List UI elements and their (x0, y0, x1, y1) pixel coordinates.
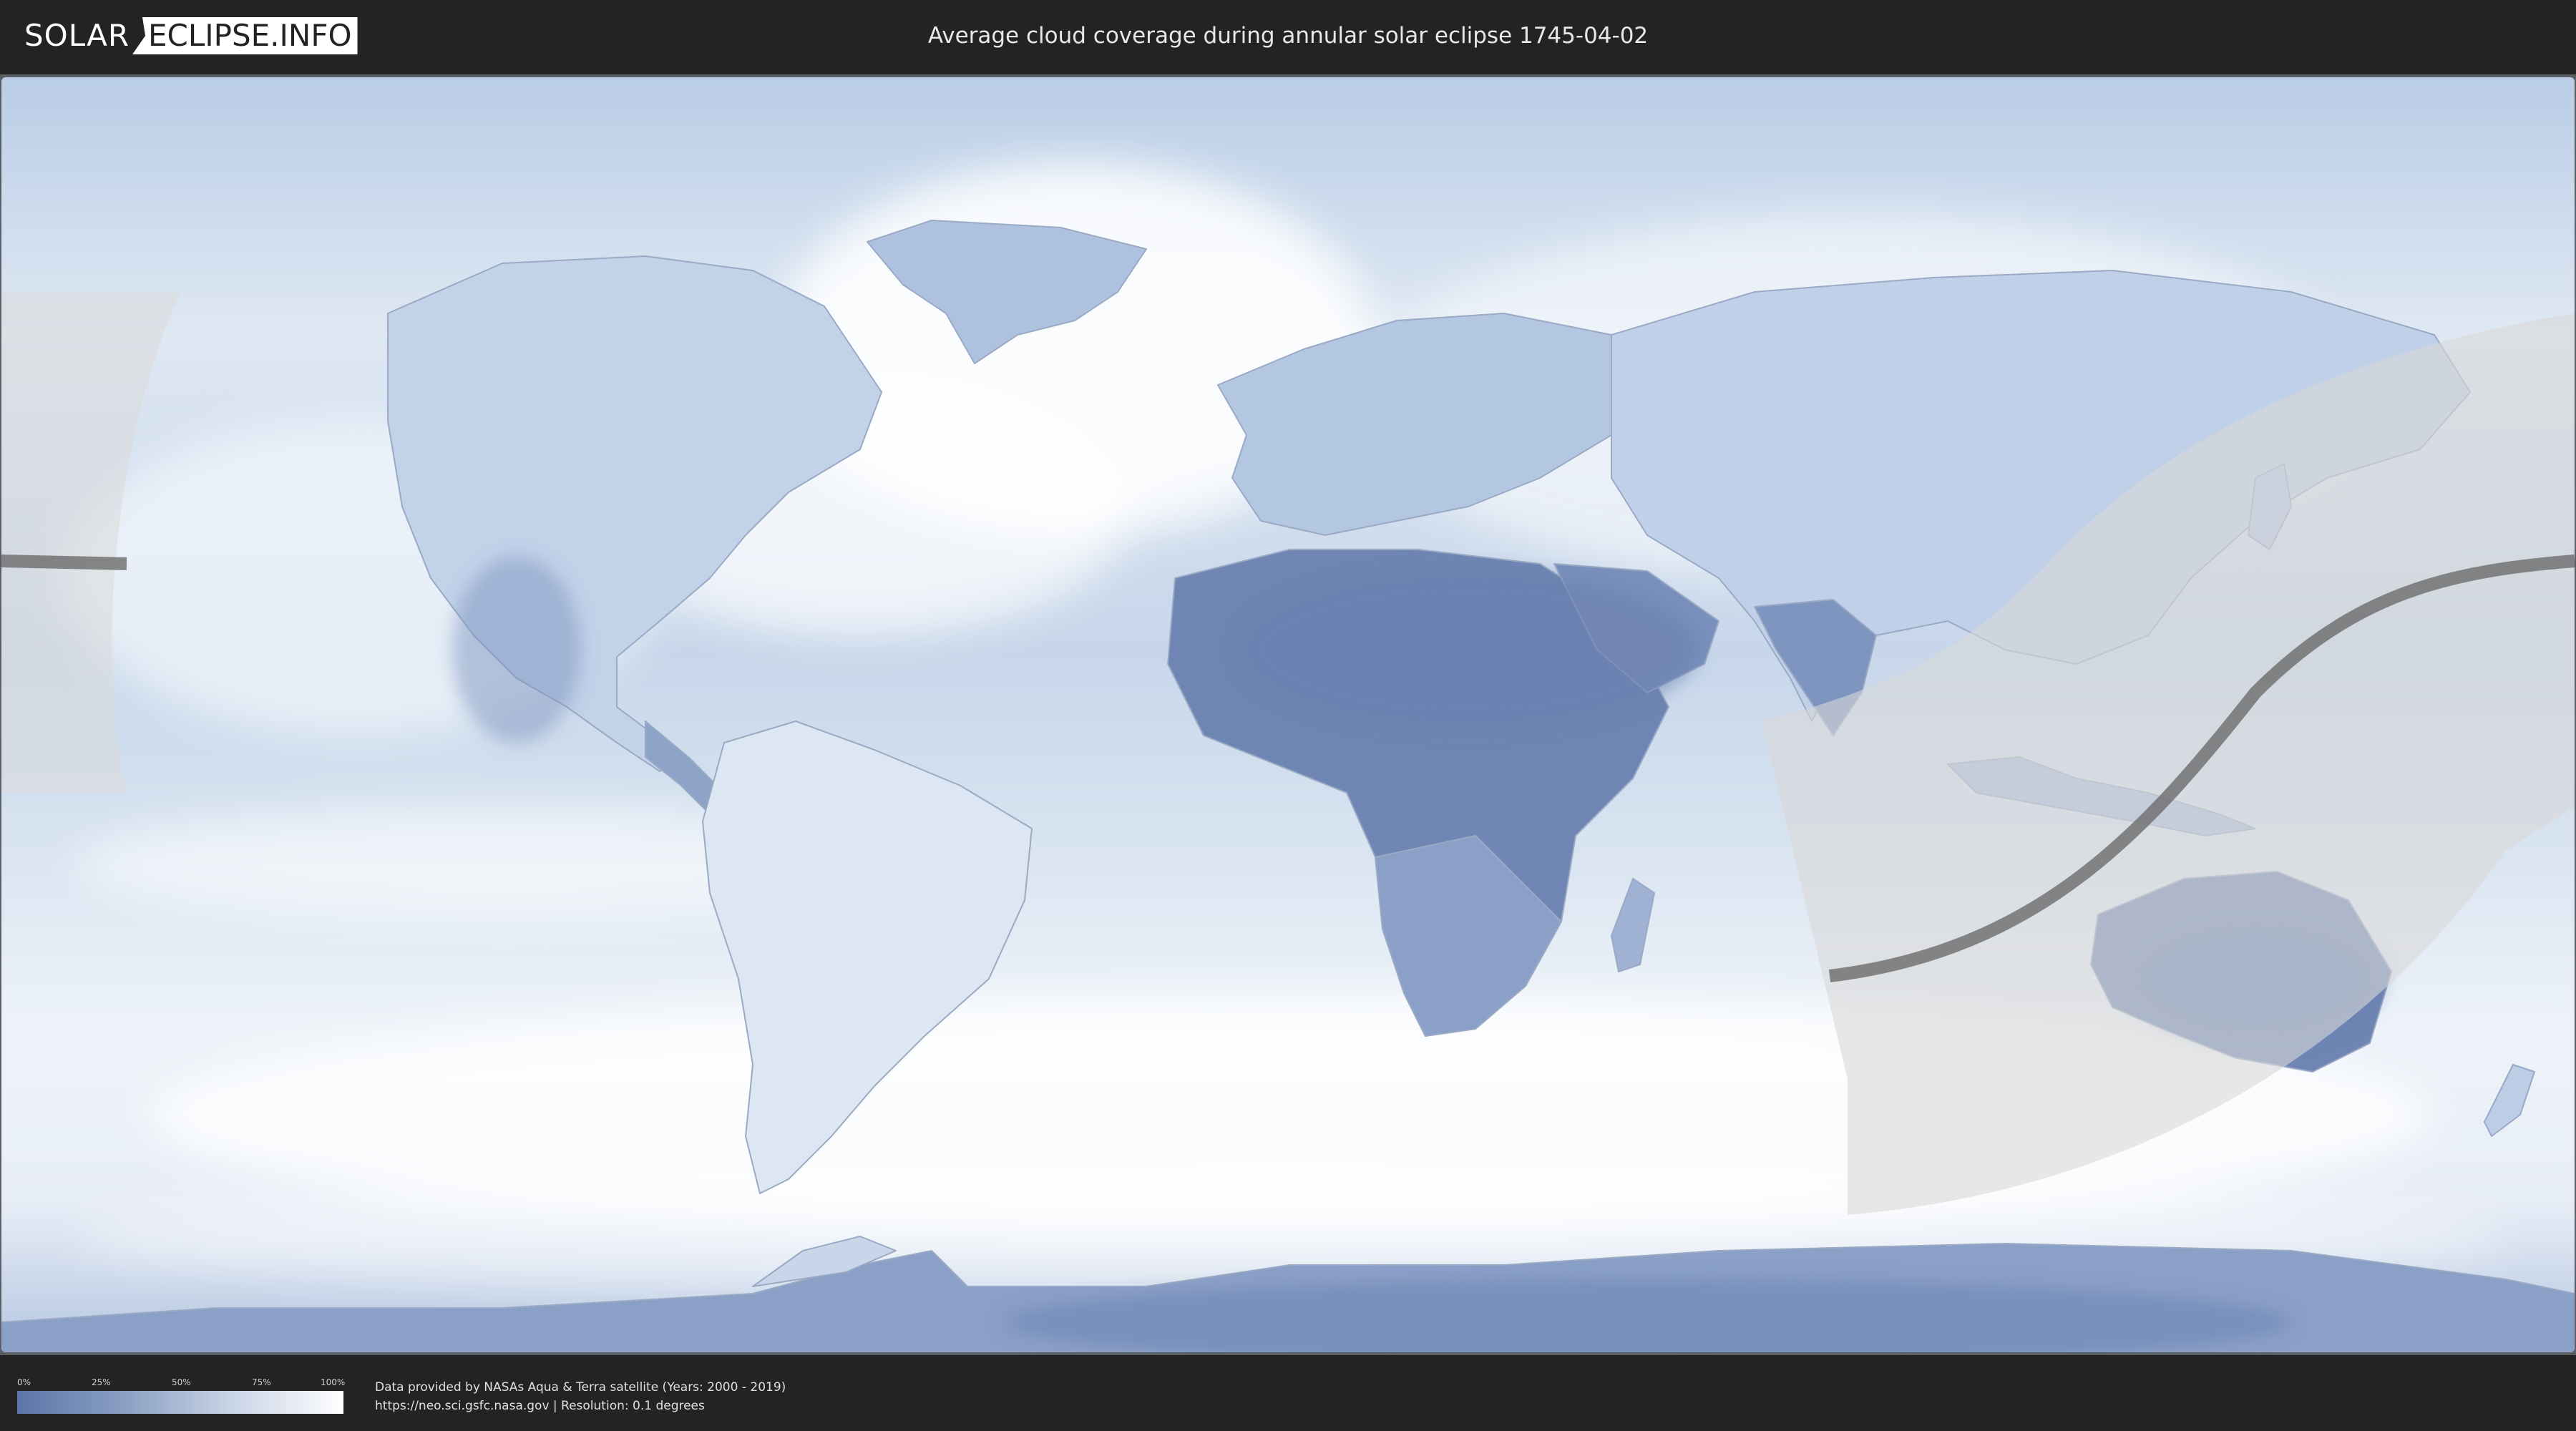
map-svg (1, 77, 2575, 1352)
attribution-source: Data provided by NASAs Aqua & Terra sate… (375, 1380, 786, 1395)
legend-tick-50: 50% (172, 1377, 191, 1387)
page: SOLAR ECLIPSE.INFO Average cloud coverag… (0, 0, 2576, 1431)
page-title: Average cloud coverage during annular so… (927, 23, 1649, 49)
attribution-url[interactable]: https://neo.sci.gsfc.nasa.gov | Resoluti… (375, 1397, 786, 1415)
cloud-coverage-map[interactable] (1, 77, 2575, 1352)
data-attribution: Data provided by NASAs Aqua & Terra sate… (375, 1378, 786, 1415)
legend-ticks: 0% 25% 50% 75% 100% (17, 1377, 346, 1392)
legend-tick-75: 75% (252, 1377, 271, 1387)
cloud-coverage-legend: 0% 25% 50% 75% 100% (17, 1377, 346, 1428)
footer-bar: 0% 25% 50% 75% 100% Data provided by NAS… (0, 1357, 2576, 1431)
legend-color-bar (17, 1391, 343, 1414)
legend-tick-25: 25% (92, 1377, 111, 1387)
header-bar: SOLAR ECLIPSE.INFO Average cloud coverag… (0, 0, 2576, 72)
legend-tick-100: 100% (321, 1377, 346, 1387)
map-frame (0, 74, 2576, 1355)
legend-tick-0: 0% (17, 1377, 31, 1387)
eclipse-path-west (1, 555, 127, 570)
